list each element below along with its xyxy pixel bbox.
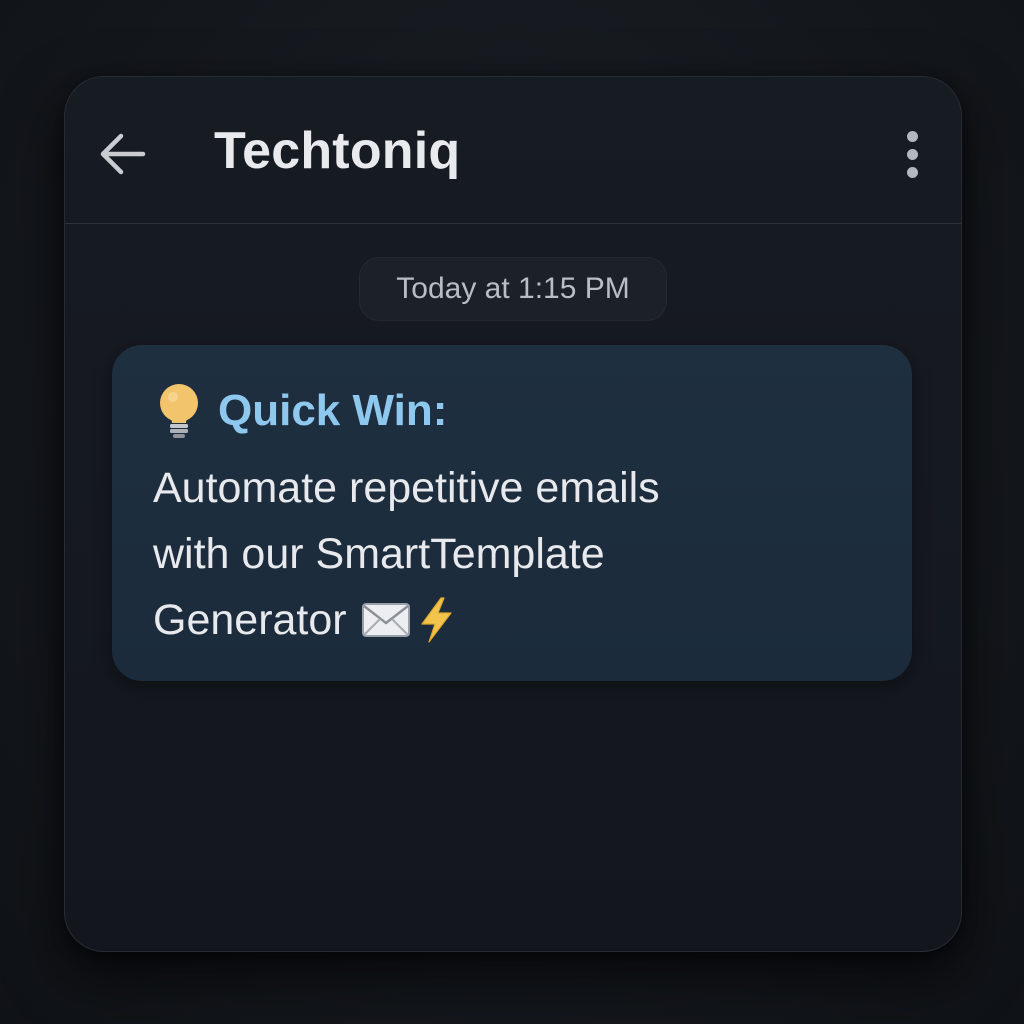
lightning-bolt-icon xyxy=(421,597,452,643)
message-body: Automate repetitive emails with our Smar… xyxy=(153,455,853,653)
chat-header: Techtoniq xyxy=(65,77,961,224)
chat-window: Techtoniq Today at 1:15 PM Quick Win: Au… xyxy=(64,76,962,952)
message-header: Quick Win: xyxy=(154,381,447,441)
more-vertical-icon-dot xyxy=(906,166,918,178)
message-line-text: Generator xyxy=(153,596,347,644)
lightbulb-icon xyxy=(160,384,198,438)
message-inline-icons xyxy=(361,597,455,643)
message-title: Quick Win: xyxy=(218,386,448,435)
message-line-last: Generator xyxy=(153,587,853,653)
chat-title: Techtoniq xyxy=(214,122,461,180)
more-options-button[interactable] xyxy=(897,127,927,181)
arrow-left-icon xyxy=(100,133,146,175)
message-line: with our SmartTemplate xyxy=(153,530,605,578)
timestamp-pill: Today at 1:15 PM xyxy=(359,257,667,321)
message-line: Automate repetitive emails xyxy=(153,464,660,512)
more-vertical-icon xyxy=(906,130,918,142)
more-vertical-icon-dot xyxy=(906,148,918,160)
message-bubble[interactable]: Quick Win: Automate repetitive emails wi… xyxy=(112,345,912,681)
envelope-icon xyxy=(361,602,410,637)
back-button[interactable] xyxy=(93,127,151,181)
